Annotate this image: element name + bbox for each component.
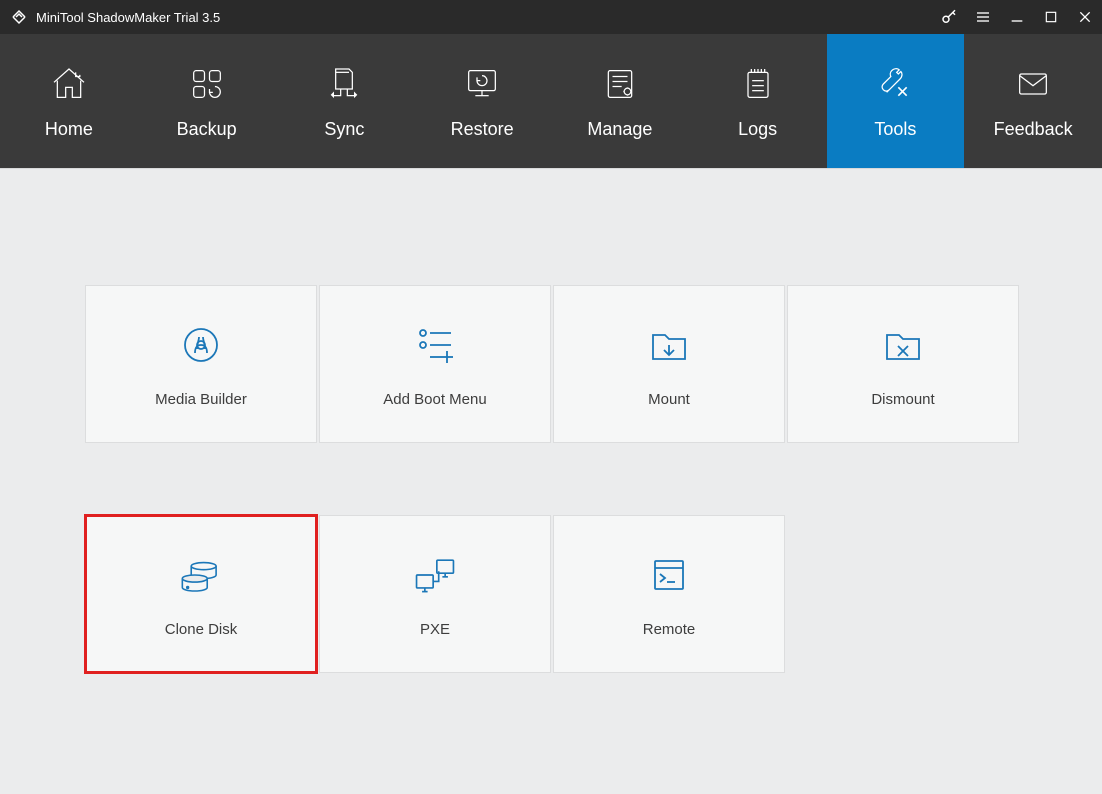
minimize-button[interactable] [1000,0,1034,34]
nav-label: Home [45,119,93,140]
app-window: MiniTool ShadowMaker Trial 3.5 [0,0,1102,794]
backup-icon [186,63,228,105]
main-navbar: Home Backup Sync [0,34,1102,168]
sync-icon [323,63,365,105]
pxe-icon [411,551,459,599]
titlebar-left: MiniTool ShadowMaker Trial 3.5 [10,8,220,26]
app-logo-icon [10,8,28,26]
nav-backup[interactable]: Backup [138,34,276,168]
nav-sync[interactable]: Sync [276,34,414,168]
tool-pxe[interactable]: PXE [319,515,551,673]
nav-label: Feedback [994,119,1073,140]
manage-icon [599,63,641,105]
boot-menu-icon [411,321,459,369]
media-builder-icon [177,321,225,369]
tool-label: Media Builder [155,391,247,408]
tools-icon [874,63,916,105]
restore-icon [461,63,503,105]
nav-tools[interactable]: Tools [827,34,965,168]
mount-icon [645,321,693,369]
tool-clone-disk[interactable]: Clone Disk [85,515,317,673]
dismount-icon [879,321,927,369]
home-icon [48,63,90,105]
nav-label: Manage [587,119,652,140]
empty-slot [787,515,1019,673]
tool-label: Dismount [871,391,934,408]
nav-label: Logs [738,119,777,140]
nav-label: Restore [451,119,514,140]
titlebar-controls [932,0,1102,34]
tool-label: Mount [648,391,690,408]
titlebar: MiniTool ShadowMaker Trial 3.5 [0,0,1102,34]
maximize-button[interactable] [1034,0,1068,34]
nav-feedback[interactable]: Feedback [964,34,1102,168]
nav-restore[interactable]: Restore [413,34,551,168]
nav-manage[interactable]: Manage [551,34,689,168]
nav-home[interactable]: Home [0,34,138,168]
tool-label: Add Boot Menu [383,391,486,408]
nav-label: Backup [177,119,237,140]
key-button[interactable] [932,0,966,34]
nav-logs[interactable]: Logs [689,34,827,168]
tool-label: Clone Disk [165,621,238,638]
tool-mount[interactable]: Mount [553,285,785,443]
app-title: MiniTool ShadowMaker Trial 3.5 [36,10,220,25]
tool-remote[interactable]: Remote [553,515,785,673]
tool-label: PXE [420,621,450,638]
tool-add-boot-menu[interactable]: Add Boot Menu [319,285,551,443]
clone-disk-icon [177,551,225,599]
menu-button[interactable] [966,0,1000,34]
tool-dismount[interactable]: Dismount [787,285,1019,443]
logs-icon [737,63,779,105]
tools-grid: Media Builder Add Boot Menu [85,285,1019,673]
nav-label: Tools [874,119,916,140]
tool-media-builder[interactable]: Media Builder [85,285,317,443]
tool-label: Remote [643,621,696,638]
tools-panel: Media Builder Add Boot Menu [0,168,1102,794]
feedback-icon [1012,63,1054,105]
nav-label: Sync [324,119,364,140]
close-button[interactable] [1068,0,1102,34]
remote-icon [645,551,693,599]
